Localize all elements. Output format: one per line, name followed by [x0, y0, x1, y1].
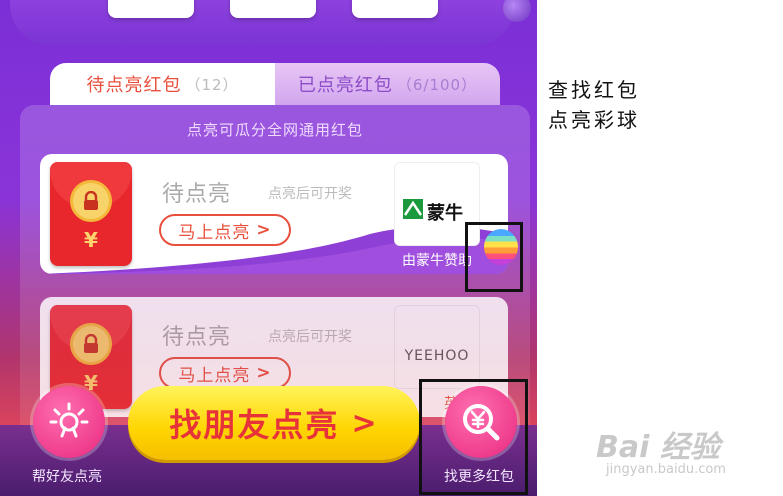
red-envelope: ¥ — [50, 162, 132, 266]
top-slot-3[interactable] — [352, 0, 438, 18]
sparkle-person-icon — [49, 402, 89, 438]
yuan-symbol: ¥ — [84, 228, 98, 252]
decorative-orb — [503, 0, 531, 22]
sponsor-logo: YEEHOO — [394, 305, 480, 389]
light-up-label: 马上点亮 — [178, 222, 251, 243]
baidu-watermark: Bai 经验 — [596, 430, 720, 465]
redpacket-card[interactable]: ¥ 待点亮 点亮后可开奖 马上点亮 > 蒙牛 由蒙牛赞助 — [40, 154, 508, 274]
card-hint: 点亮后可开奖 — [268, 329, 352, 345]
top-slot-1[interactable] — [108, 0, 194, 18]
find-friends-button[interactable]: 找朋友点亮 > — [128, 386, 420, 460]
tab-lit-count: （6/100） — [396, 75, 478, 94]
annotation-line-2: 点亮彩球 — [548, 108, 640, 132]
lock-icon — [70, 180, 112, 222]
tab-pending-label: 待点亮红包 — [86, 75, 182, 96]
card-hint: 点亮后可开奖 — [268, 186, 352, 202]
tab-lit-label: 已点亮红包 — [297, 75, 393, 96]
highlight-box-ball — [465, 222, 523, 292]
help-friend-label: 帮好友点亮 — [32, 469, 102, 485]
redpacket-tabs: 待点亮红包 （12） 已点亮红包 （6/100） — [50, 63, 500, 105]
card-status: 待点亮 — [162, 325, 232, 350]
light-up-button[interactable]: 马上点亮 > — [159, 214, 291, 246]
sponsor-logo-text: 蒙牛 — [427, 202, 463, 224]
highlight-box-find-more — [419, 379, 528, 495]
tab-pending-count: （12） — [185, 75, 239, 94]
sponsor-text: 由蒙牛赞助 — [402, 253, 472, 269]
lock-icon — [70, 323, 112, 365]
chevron-right-icon: > — [256, 363, 272, 383]
light-up-button[interactable]: 马上点亮 > — [159, 357, 291, 389]
light-up-label: 马上点亮 — [178, 365, 251, 386]
annotation-line-1: 查找红包 — [548, 78, 640, 102]
baidu-watermark-url: jingyan.baidu.com — [606, 462, 726, 477]
tab-lit[interactable]: 已点亮红包 （6/100） — [275, 63, 500, 105]
sponsor-logo-text: YEEHOO — [404, 348, 470, 364]
find-friends-label: 找朋友点亮 — [169, 406, 340, 444]
top-slot-2[interactable] — [230, 0, 316, 18]
chevron-right-icon: > — [351, 405, 379, 441]
chevron-right-icon: > — [256, 220, 272, 240]
help-friend-button[interactable] — [33, 386, 105, 458]
panel-subtitle: 点亮可瓜分全网通用红包 — [186, 121, 363, 139]
tab-pending[interactable]: 待点亮红包 （12） — [50, 63, 275, 105]
card-status: 待点亮 — [162, 182, 232, 207]
